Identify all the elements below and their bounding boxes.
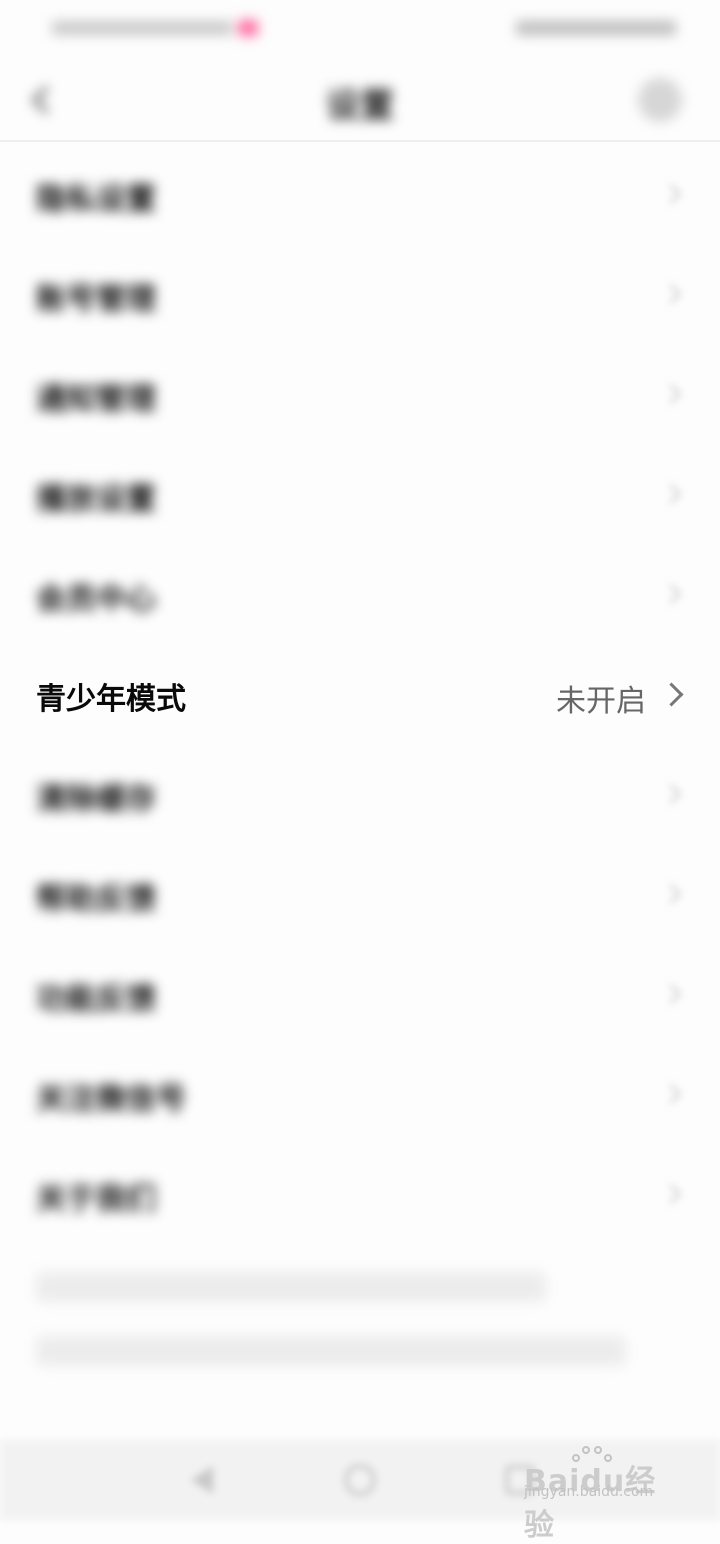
notification-dot: [238, 20, 258, 36]
settings-row-label: 账号管理: [36, 282, 156, 317]
carrier-info: [52, 21, 232, 35]
settings-row-account[interactable]: 账号管理: [0, 244, 720, 344]
chevron-right-icon: [660, 582, 682, 606]
teen-mode-status: 未开启: [556, 684, 646, 719]
settings-row-feedback[interactable]: 功能反馈: [0, 944, 720, 1044]
settings-row-notifications[interactable]: 通知管理: [0, 344, 720, 444]
chevron-right-icon: [660, 882, 682, 906]
avatar-icon[interactable]: [638, 78, 682, 122]
chevron-right-icon: [660, 782, 682, 806]
header-divider: [0, 140, 720, 142]
settings-row-label: 功能反馈: [36, 982, 156, 1017]
settings-row-label: 通知管理: [36, 382, 156, 417]
chevron-right-icon: [660, 382, 682, 406]
settings-row-privacy[interactable]: 隐私设置: [0, 144, 720, 244]
settings-row-about[interactable]: 关于我们: [0, 1144, 720, 1244]
chevron-right-icon: [660, 1082, 682, 1106]
contact-line-2: [36, 1336, 626, 1366]
settings-row-label: 会员中心: [36, 582, 156, 617]
settings-row-label: 青少年模式: [36, 682, 186, 717]
chevron-right-icon: [660, 282, 682, 306]
chevron-right-icon: [660, 982, 682, 1006]
settings-row-cache[interactable]: 清除缓存: [0, 744, 720, 844]
settings-row-playback[interactable]: 播放设置: [0, 444, 720, 544]
page-title: 设置: [326, 86, 394, 126]
settings-list: 隐私设置 账号管理 通知管理 播放设置 会员中心 青少年模式 未开启 清除缓存 …: [0, 144, 720, 1244]
contact-line-1: [36, 1272, 546, 1302]
header: 设置: [0, 60, 720, 140]
settings-row-label: 隐私设置: [36, 182, 156, 217]
chevron-right-icon: [660, 1182, 682, 1206]
chevron-right-icon: [658, 681, 684, 707]
baidu-watermark: Baidu经验 jingyan.baidu.com: [524, 1446, 684, 1543]
settings-row-label: 清除缓存: [36, 782, 156, 817]
chevron-right-icon: [660, 182, 682, 206]
triangle-back-icon[interactable]: [180, 1458, 224, 1502]
settings-row-label: 关注微信号: [36, 1082, 186, 1117]
settings-row-teen-mode[interactable]: 青少年模式 未开启: [0, 644, 720, 744]
status-right: [516, 16, 676, 40]
watermark-url: jingyan.baidu.com: [524, 1484, 654, 1500]
system-indicators: [516, 21, 676, 35]
settings-row-help[interactable]: 帮助反馈: [0, 844, 720, 944]
status-bar: [0, 0, 720, 60]
status-left: [52, 16, 258, 40]
circle-home-icon[interactable]: [338, 1458, 382, 1502]
settings-row-label: 关于我们: [36, 1182, 156, 1217]
settings-row-membership[interactable]: 会员中心: [0, 544, 720, 644]
settings-row-label: 帮助反馈: [36, 882, 156, 917]
chevron-right-icon: [660, 482, 682, 506]
settings-row-label: 播放设置: [36, 482, 156, 517]
watermark-brand: Baidu经验: [524, 1464, 657, 1543]
settings-row-wechat[interactable]: 关注微信号: [0, 1044, 720, 1144]
chevron-left-icon: [31, 85, 61, 115]
back-button[interactable]: [26, 80, 66, 120]
